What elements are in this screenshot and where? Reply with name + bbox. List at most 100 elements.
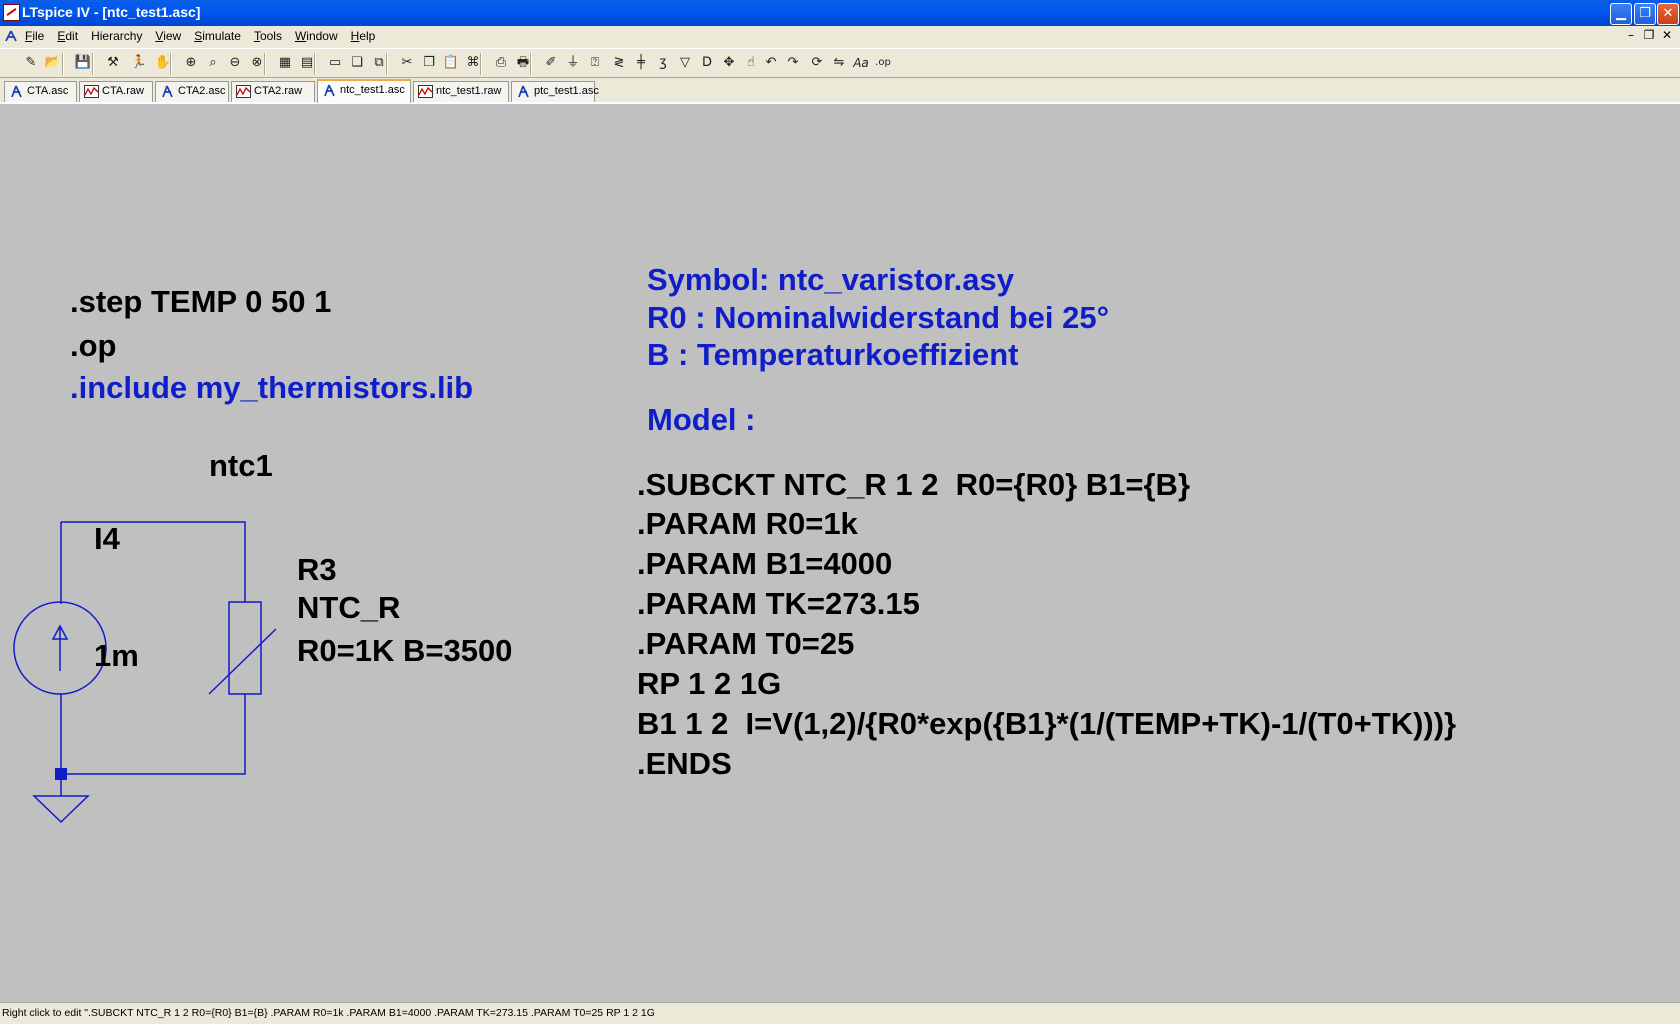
find-icon[interactable]: ⌘ [464, 54, 482, 72]
waveform-file-icon [418, 85, 433, 98]
mdi-close-button[interactable]: ✕ [1658, 28, 1676, 42]
status-bar: Right click to edit ".SUBCKT NTC_R 1 2 R… [0, 1002, 1680, 1024]
menu-help[interactable]: Help [351, 29, 376, 43]
zoom-in-icon[interactable]: ⊕ [182, 54, 200, 72]
model-line: .PARAM T0=25 [637, 626, 855, 661]
drag-icon[interactable]: ☝ [742, 54, 760, 72]
schematic-file-icon [11, 85, 22, 98]
tab-label: ntc_test1.raw [436, 85, 502, 97]
mdi-restore-button[interactable]: ❐ [1640, 28, 1658, 42]
inductor-icon[interactable]: ʒ [654, 54, 672, 72]
source-value-label[interactable]: 1m [94, 638, 139, 674]
zoom-out-icon[interactable]: ⊖ [226, 54, 244, 72]
spice-directive-icon[interactable]: .op [874, 54, 892, 72]
document-tabs: CTA.asc CTA.raw CTA2.asc CTA2.raw ntc_test1.… [0, 78, 1680, 104]
halt-icon[interactable]: ✋ [154, 54, 172, 72]
step-directive[interactable]: .step TEMP 0 50 1 [70, 284, 331, 320]
mirror-icon[interactable]: ⇋ [830, 54, 848, 72]
menu-view[interactable]: View [155, 29, 181, 43]
menu-tools[interactable]: Tools [254, 29, 282, 43]
close-button[interactable]: ✕ [1657, 3, 1679, 25]
tab-label: CTA2.asc [178, 85, 226, 97]
toolbar-separator [62, 53, 64, 75]
include-directive[interactable]: .include my_thermistors.lib [70, 370, 473, 406]
capacitor-icon[interactable]: ╪ [632, 54, 650, 72]
component-icon[interactable]: ᗞ [698, 54, 716, 72]
tab-label: CTA.raw [102, 85, 144, 97]
ground-symbol [32, 795, 90, 824]
model-line: .ENDS [637, 746, 732, 781]
current-source-arrow [51, 624, 69, 671]
comment-symbol[interactable]: Symbol: ntc_varistor.asy [647, 262, 1014, 298]
print-setup-icon[interactable]: ⎙ [492, 54, 510, 72]
model-line: .SUBCKT NTC_R 1 2 R0={R0} B1={B} [637, 467, 1191, 502]
ltspice-app-icon[interactable] [3, 4, 20, 21]
zoom-fit-icon[interactable]: ⊗ [248, 54, 266, 72]
net-label-ntc1[interactable]: ntc1 [209, 448, 273, 484]
menu-edit[interactable]: Edit [57, 29, 78, 43]
new-schematic-icon[interactable]: ✎ [22, 54, 40, 72]
wire-icon[interactable]: ✐ [542, 54, 560, 72]
tab-ntc_test1-raw[interactable]: ntc_test1.raw [413, 81, 509, 102]
tab-ntc_test1-asc[interactable]: ntc_test1.asc [317, 79, 411, 103]
resistor-value-label[interactable]: NTC_R [297, 590, 400, 626]
diode-icon[interactable]: ▽ [676, 54, 694, 72]
text-icon[interactable]: Aa [852, 54, 870, 72]
tab-label: ptc_test1.asc [534, 85, 599, 97]
tab-cta-raw[interactable]: CTA.raw [79, 81, 153, 102]
comment-r0[interactable]: R0 : Nominalwiderstand bei 25° [647, 300, 1109, 336]
close-window-icon[interactable]: ⧉ [370, 54, 388, 72]
paste-icon[interactable]: 📋 [442, 54, 460, 72]
model-line: .PARAM R0=1k [637, 506, 858, 541]
ground-icon[interactable]: ⏚ [564, 54, 582, 72]
menu-window[interactable]: Window [295, 29, 338, 43]
menu-simulate[interactable]: Simulate [194, 29, 241, 43]
resistor-name-label[interactable]: R3 [297, 552, 337, 588]
tab-cta2-raw[interactable]: CTA2.raw [231, 81, 315, 102]
save-icon[interactable]: 💾 [74, 54, 92, 72]
toolbar-separator [92, 53, 94, 75]
ntc-resistor-slash [208, 628, 277, 695]
waveform-file-icon [84, 85, 99, 98]
schematic-doc-icon[interactable] [4, 29, 18, 43]
schematic-canvas[interactable]: .step TEMP 0 50 1 .op .include my_thermi… [0, 104, 1680, 1002]
label-net-icon[interactable]: ⍰ [586, 54, 604, 72]
grid-icon[interactable]: ▤ [298, 54, 316, 72]
source-name-label[interactable]: I4 [94, 521, 120, 557]
toolbar: ✎ 📂 💾 ⚒ 🏃 ✋ ⊕ ⌕ ⊖ ⊗ ▦ ▤ ▭ ❏ ⧉ ✂ ❐ 📋 ⌘ ⎙ 🖶 ✐ ⏚ ⍰ ≷ ╪ ʒ ▽ ᗞ ✥ ☝ ↶ ↷ ⟳ ⇋ Aa .op [0, 48, 1680, 78]
title-bar[interactable]: LTspice IV - [ntc_test1.asc] ▁ ❐ ✕ [0, 0, 1680, 26]
window-title: LTspice IV - [ntc_test1.asc] [22, 4, 201, 20]
menu-hierarchy[interactable]: Hierarchy [91, 29, 142, 43]
tile-icon[interactable]: ▭ [326, 54, 344, 72]
control-panel-icon[interactable]: ⚒ [104, 54, 122, 72]
rotate-icon[interactable]: ⟳ [808, 54, 826, 72]
wire-top [60, 521, 246, 602]
zoom-pan-icon[interactable]: ⌕ [204, 54, 222, 72]
cut-icon[interactable]: ✂ [398, 54, 416, 72]
resistor-params-label[interactable]: R0=1K B=3500 [297, 633, 512, 669]
menu-file[interactable]: File [25, 29, 44, 43]
tab-label: CTA2.raw [254, 85, 303, 97]
resistor-icon[interactable]: ≷ [610, 54, 628, 72]
model-line: .PARAM B1=4000 [637, 546, 893, 581]
minimize-button[interactable]: ▁ [1610, 3, 1632, 25]
copy-icon[interactable]: ❐ [420, 54, 438, 72]
tab-cta-asc[interactable]: CTA.asc [4, 81, 77, 102]
move-icon[interactable]: ✥ [720, 54, 738, 72]
open-icon[interactable]: 📂 [44, 54, 62, 72]
mdi-minimize-button[interactable]: – [1622, 28, 1640, 42]
undo-icon[interactable]: ↶ [762, 54, 780, 72]
autorange-icon[interactable]: ▦ [276, 54, 294, 72]
tab-cta2-asc[interactable]: CTA2.asc [155, 81, 229, 102]
run-icon[interactable]: 🏃 [130, 54, 148, 72]
comment-b[interactable]: B : Temperaturkoeffizient [647, 337, 1018, 373]
print-icon[interactable]: 🖶 [514, 54, 532, 72]
tab-ptc_test1-asc[interactable]: ptc_test1.asc [511, 81, 599, 102]
op-directive[interactable]: .op [70, 328, 117, 364]
wire-right-lower [61, 694, 246, 775]
restore-button[interactable]: ❐ [1634, 3, 1656, 25]
redo-icon[interactable]: ↷ [784, 54, 802, 72]
schematic-file-icon [518, 85, 529, 98]
cascade-icon[interactable]: ❏ [348, 54, 366, 72]
comment-model[interactable]: Model : [647, 402, 756, 438]
